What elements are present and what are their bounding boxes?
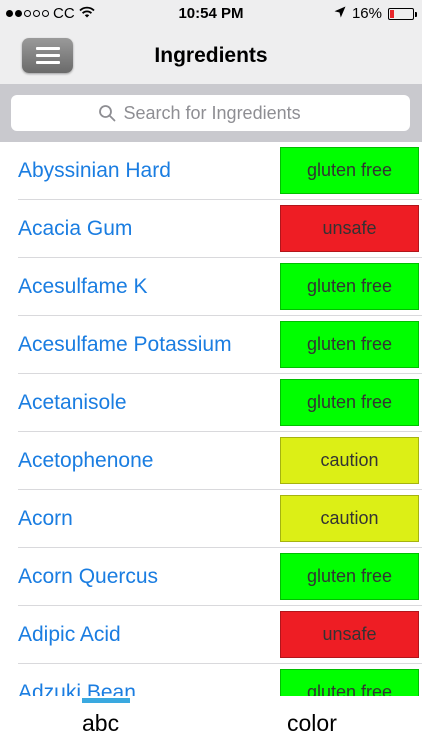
search-bar [0,84,422,142]
ingredient-name[interactable]: Acacia Gum [18,217,132,241]
status-badge: gluten free [280,379,419,426]
battery-level [390,9,394,18]
ingredient-row[interactable]: Acesulfame Potassium gluten free [0,316,422,374]
tab-abc[interactable]: abc [82,710,119,737]
tab-color[interactable]: color [287,710,337,737]
ingredient-name[interactable]: Adipic Acid [18,623,121,647]
location-arrow-icon [334,5,346,22]
status-badge: gluten free [280,553,419,600]
ingredient-name[interactable]: Adzuki Bean [18,681,136,696]
ingredient-name[interactable]: Acesulfame Potassium [18,333,232,357]
ingredient-row[interactable]: Acacia Gum unsafe [0,200,422,258]
selected-tab-indicator [82,698,130,703]
ingredient-name[interactable]: Acesulfame K [18,275,148,299]
status-badge: caution [280,437,419,484]
page-title: Ingredients [154,44,268,67]
status-badge: caution [280,495,419,542]
status-right: 16% [334,5,417,22]
search-icon [98,104,116,122]
ingredient-row[interactable]: Acorn Quercus gluten free [0,548,422,606]
ingredient-row[interactable]: Acetophenone caution [0,432,422,490]
ingredient-name[interactable]: Acetophenone [18,449,153,473]
ingredient-name[interactable]: Acorn [18,507,73,531]
status-badge: gluten free [280,321,419,368]
status-bar: CC 10:54 PM 16% [0,0,422,30]
ingredient-name[interactable]: Acetanisole [18,391,127,415]
status-badge: unsafe [280,205,419,252]
status-badge: unsafe [280,611,419,658]
battery-percent: 16% [351,5,382,22]
status-badge: gluten free [280,263,419,310]
ingredient-name[interactable]: Abyssinian Hard [18,159,171,183]
ingredient-row[interactable]: Acetanisole gluten free [0,374,422,432]
ingredient-name[interactable]: Acorn Quercus [18,565,158,589]
tab-bar: abc color [0,696,422,750]
ingredient-row[interactable]: Adipic Acid unsafe [0,606,422,664]
search-input[interactable] [123,102,324,124]
ingredient-row[interactable]: Adzuki Bean gluten free [0,664,422,696]
navigation-bar: Ingredients [0,30,422,84]
status-badge: gluten free [280,669,419,696]
ingredient-row[interactable]: Acorn caution [0,490,422,548]
ingredient-list[interactable]: Abyssinian Hard gluten free Acacia Gum unsa… [0,142,422,696]
search-field[interactable] [11,95,410,131]
status-badge: gluten free [280,147,419,194]
ingredient-row[interactable]: Acesulfame K gluten free [0,258,422,316]
battery-icon [388,7,417,20]
ingredient-row[interactable]: Abyssinian Hard gluten free [0,142,422,200]
